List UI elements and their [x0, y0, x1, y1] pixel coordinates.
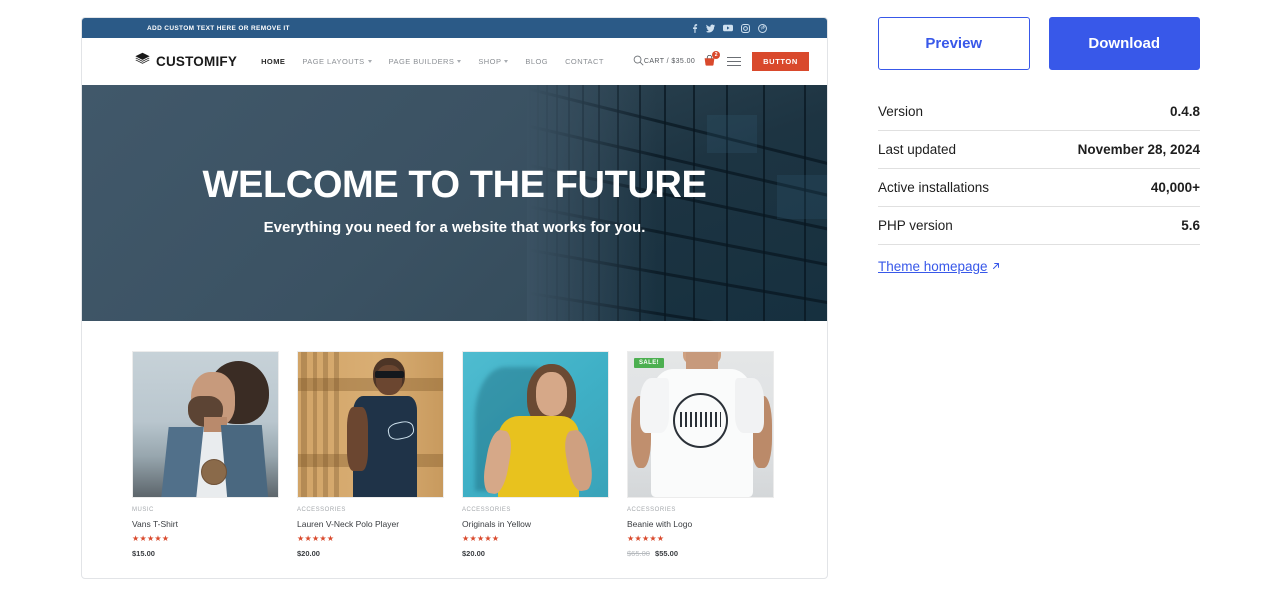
product-price-current: $15.00 — [132, 549, 155, 558]
site-announcement-bar: ADD CUSTOM TEXT HERE OR REMOVE IT — [82, 18, 827, 38]
meta-label: Version — [878, 104, 924, 119]
theme-homepage-link[interactable]: Theme homepage — [878, 259, 1001, 274]
search-icon[interactable] — [633, 53, 644, 71]
social-links[interactable] — [691, 23, 767, 33]
product-title[interactable]: Vans T-Shirt — [132, 519, 279, 529]
pinterest-icon[interactable] — [758, 23, 767, 33]
hero-content: WELCOME TO THE FUTURE Everything you nee… — [82, 85, 827, 321]
nav-label: BLOG — [525, 57, 549, 66]
product-title[interactable]: Originals in Yellow — [462, 519, 609, 529]
product-card[interactable]: ACCESSORIES Originals in Yellow ★★★★★ $2… — [462, 351, 609, 558]
nav-label: HOME — [261, 57, 286, 66]
product-rating: ★★★★★ — [132, 534, 170, 543]
theme-preview-card[interactable]: ADD CUSTOM TEXT HERE OR REMOVE IT CUSTOM… — [81, 17, 828, 579]
external-link-icon — [991, 259, 1001, 274]
nav-item-page-layouts[interactable]: PAGE LAYOUTS — [302, 57, 372, 66]
chevron-down-icon — [367, 60, 372, 63]
theme-homepage-label: Theme homepage — [878, 259, 988, 274]
nav-item-blog[interactable]: BLOG — [525, 57, 548, 66]
hero-section: WELCOME TO THE FUTURE Everything you nee… — [82, 85, 827, 321]
meta-label: Active installations — [878, 180, 990, 195]
product-price: $65.00 $55.00 — [627, 549, 774, 558]
product-price: $15.00 — [132, 549, 279, 558]
announcement-text: ADD CUSTOM TEXT HERE OR REMOVE IT — [147, 24, 290, 32]
brand-name: CUSTOMIFY — [156, 54, 238, 69]
nav-label: PAGE LAYOUTS — [302, 57, 365, 66]
chevron-down-icon — [457, 60, 462, 63]
twitter-icon[interactable] — [706, 23, 715, 33]
product-rating: ★★★★★ — [297, 534, 335, 543]
meta-value: 40,000+ — [1150, 180, 1200, 195]
nav-item-home[interactable]: HOME — [261, 57, 285, 66]
product-grid: MUSIC Vans T-Shirt ★★★★★ $15.00 ACCESSOR… — [82, 321, 827, 558]
chevron-down-icon — [504, 60, 509, 63]
hamburger-icon[interactable] — [727, 56, 742, 67]
meta-value: November 28, 2024 — [1077, 142, 1200, 157]
product-price-current: $20.00 — [462, 549, 485, 558]
nav-item-shop[interactable]: SHOP — [478, 57, 509, 66]
product-category: ACCESSORIES — [297, 507, 346, 513]
theme-detail-page: ADD CUSTOM TEXT HERE OR REMOVE IT CUSTOM… — [0, 0, 1280, 593]
product-title[interactable]: Beanie with Logo — [627, 519, 774, 529]
facebook-icon[interactable] — [691, 23, 698, 33]
product-card[interactable]: ACCESSORIES Lauren V-Neck Polo Player ★★… — [297, 351, 444, 558]
site-header-nav: CUSTOMIFY HOME PAGE LAYOUTS PAGE BUILDER… — [82, 38, 827, 85]
sale-badge: SALE! — [634, 358, 664, 368]
layers-logo-icon — [134, 51, 151, 73]
nav-label: PAGE BUILDERS — [388, 57, 455, 66]
product-category: ACCESSORIES — [462, 507, 511, 513]
product-price-original: $65.00 — [627, 549, 650, 558]
meta-label: Last updated — [878, 142, 957, 157]
nav-label: SHOP — [478, 57, 502, 66]
nav-item-page-builders[interactable]: PAGE BUILDERS — [389, 57, 462, 66]
product-photo-woman-yellow-tee[interactable] — [462, 351, 609, 498]
meta-row-active-installations: Active installations 40,000+ — [878, 169, 1200, 207]
product-photo-man-denim-jacket[interactable] — [132, 351, 279, 498]
product-rating: ★★★★★ — [627, 534, 665, 543]
product-category: ACCESSORIES — [627, 507, 676, 513]
instagram-icon[interactable] — [741, 23, 750, 33]
product-category: MUSIC — [132, 507, 154, 513]
youtube-icon[interactable] — [723, 24, 733, 32]
meta-row-version: Version 0.4.8 — [878, 93, 1200, 131]
meta-value: 0.4.8 — [1169, 104, 1200, 119]
product-price: $20.00 — [462, 549, 609, 558]
product-card[interactable]: SALE! ACCESSORIES Beanie with Logo ★★★★★… — [627, 351, 774, 558]
hero-subtitle: Everything you need for a website that w… — [263, 219, 646, 237]
product-price-current: $55.00 — [655, 549, 678, 558]
site-logo[interactable]: CUSTOMIFY — [134, 51, 237, 73]
product-rating: ★★★★★ — [462, 534, 500, 543]
nav-item-contact[interactable]: CONTACT — [565, 57, 604, 66]
product-price: $20.00 — [297, 549, 444, 558]
preview-button[interactable]: Preview — [878, 17, 1030, 70]
primary-menu[interactable]: HOME PAGE LAYOUTS PAGE BUILDERS SHOP BLO… — [261, 53, 644, 71]
meta-row-last-updated: Last updated November 28, 2024 — [878, 131, 1200, 169]
product-photo-man-white-legendary-tee[interactable]: SALE! — [627, 351, 774, 498]
theme-action-buttons: Preview Download — [878, 17, 1200, 70]
cart-item-count: 2 — [712, 51, 721, 59]
product-title[interactable]: Lauren V-Neck Polo Player — [297, 519, 444, 529]
theme-info-panel: Preview Download Version 0.4.8 Last upda… — [878, 17, 1200, 276]
meta-row-php-version: PHP version 5.6 — [878, 207, 1200, 245]
theme-meta-list: Version 0.4.8 Last updated November 28, … — [878, 93, 1200, 245]
header-actions[interactable]: CART / $35.00 2 BUTTON — [644, 51, 809, 71]
product-card[interactable]: MUSIC Vans T-Shirt ★★★★★ $15.00 — [132, 351, 279, 558]
nav-label: CONTACT — [565, 57, 604, 66]
cart-total-label[interactable]: CART / $35.00 — [644, 58, 695, 65]
product-price-current: $20.00 — [297, 549, 320, 558]
shopping-cart-icon[interactable]: 2 — [703, 51, 721, 68]
hero-title: WELCOME TO THE FUTURE — [202, 163, 707, 206]
meta-label: PHP version — [878, 218, 953, 233]
download-button[interactable]: Download — [1048, 17, 1200, 70]
meta-value: 5.6 — [1181, 218, 1200, 233]
header-cta-button[interactable]: BUTTON — [752, 52, 809, 71]
product-photo-man-navy-tee[interactable] — [297, 351, 444, 498]
